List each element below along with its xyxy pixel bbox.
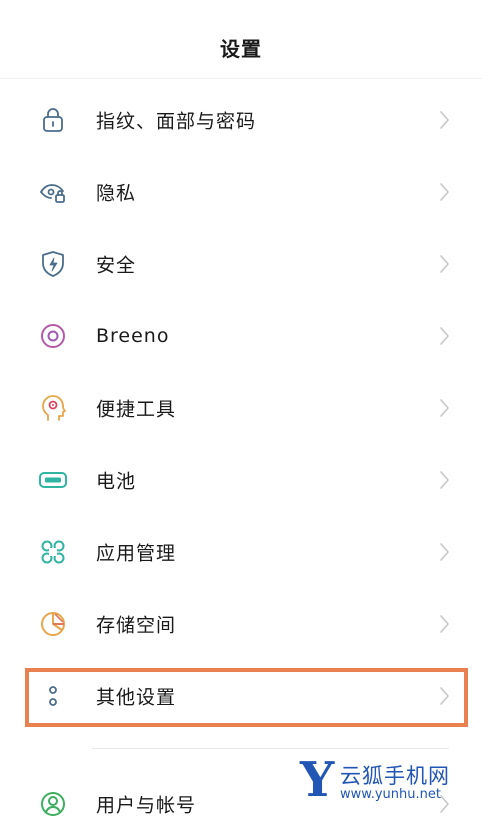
page-title: 设置 xyxy=(220,37,262,61)
settings-item-battery[interactable]: 电池 xyxy=(0,444,482,516)
settings-item-convenience-tools[interactable]: 便捷工具 xyxy=(0,372,482,444)
settings-item-label: 电池 xyxy=(96,470,137,493)
settings-item-storage[interactable]: 存储空间 xyxy=(0,588,482,660)
user-icon xyxy=(38,789,68,819)
lock-icon xyxy=(38,105,68,135)
header-bar: 设置 xyxy=(0,0,482,79)
settings-item-label: 用户与帐号 xyxy=(96,794,197,817)
settings-item-label: 安全 xyxy=(96,254,137,277)
shield-icon xyxy=(38,249,68,279)
breeno-icon xyxy=(38,321,68,351)
watermark-logo: Y xyxy=(300,752,335,808)
chevron-right-icon xyxy=(436,542,452,562)
settings-item-breeno[interactable]: Breeno xyxy=(0,300,482,372)
chevron-right-icon xyxy=(436,398,452,418)
battery-icon xyxy=(38,465,68,495)
chevron-right-icon xyxy=(436,110,452,130)
watermark: Y 云狐手机网 www.yunhu.net xyxy=(300,754,480,806)
settings-item-other-settings[interactable]: 其他设置 xyxy=(0,660,482,732)
settings-item-label: Breeno xyxy=(96,325,170,347)
settings-item-fingerprint-face-password[interactable]: 指纹、面部与密码 xyxy=(0,84,482,156)
settings-item-label: 存储空间 xyxy=(96,614,177,637)
settings-item-label: 指纹、面部与密码 xyxy=(96,110,257,133)
head-icon xyxy=(38,393,68,423)
section-divider xyxy=(92,748,449,749)
settings-item-privacy[interactable]: 隐私 xyxy=(0,156,482,228)
apps-icon xyxy=(38,537,68,567)
settings-item-security[interactable]: 安全 xyxy=(0,228,482,300)
chevron-right-icon xyxy=(436,182,452,202)
chevron-right-icon xyxy=(436,326,452,346)
watermark-name: 云狐手机网 xyxy=(340,764,450,788)
watermark-url: www.yunhu.net xyxy=(340,787,441,802)
chevron-right-icon xyxy=(436,614,452,634)
chevron-right-icon xyxy=(436,686,452,706)
chevron-right-icon xyxy=(436,470,452,490)
settings-item-label: 便捷工具 xyxy=(96,398,177,421)
more-icon xyxy=(38,681,68,711)
chevron-right-icon xyxy=(436,254,452,274)
settings-item-app-management[interactable]: 应用管理 xyxy=(0,516,482,588)
settings-item-label: 隐私 xyxy=(96,182,137,205)
settings-item-label: 其他设置 xyxy=(96,686,177,709)
settings-item-label: 应用管理 xyxy=(96,542,177,565)
pie-chart-icon xyxy=(38,609,68,639)
eye-lock-icon xyxy=(38,177,68,207)
